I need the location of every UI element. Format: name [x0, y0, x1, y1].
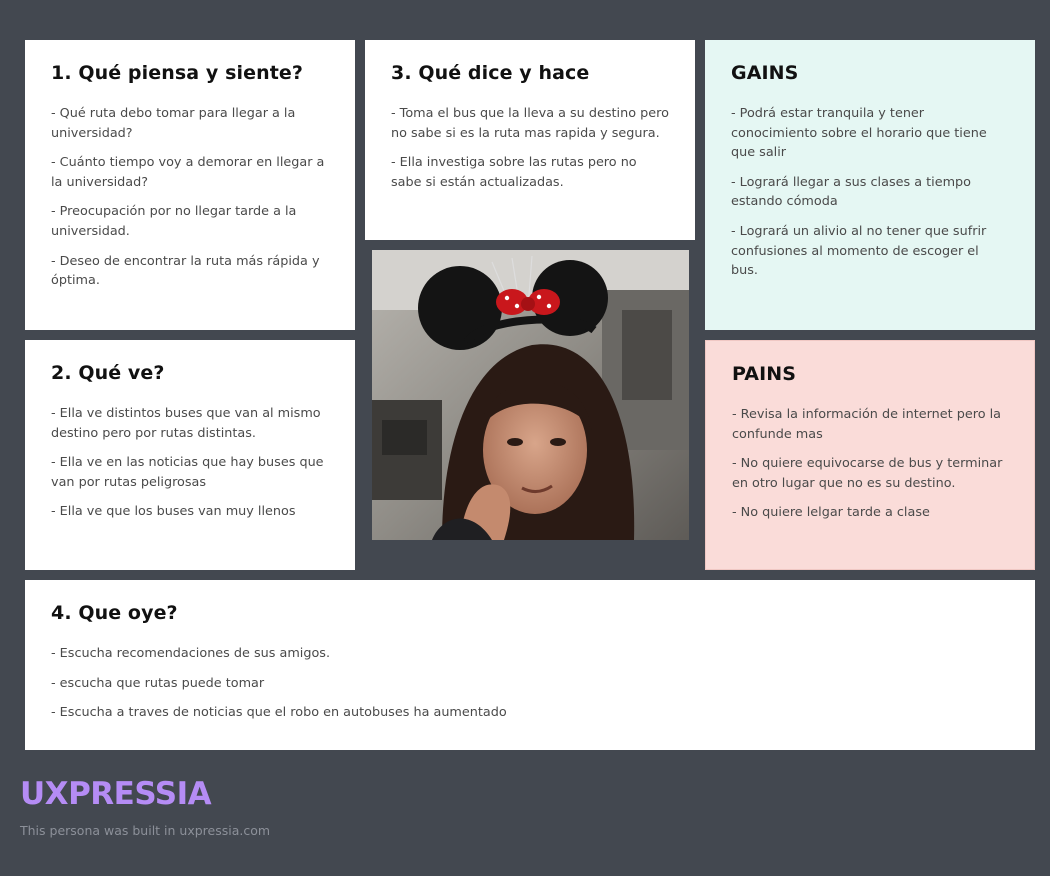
list-item: - Escucha a traves de noticias que el ro… — [51, 705, 507, 721]
card-sees: 2. Qué ve? - Ella ve distintos buses que… — [25, 340, 355, 570]
card-title: 2. Qué ve? — [51, 362, 165, 384]
footer-note: This persona was built in uxpressia.com — [20, 823, 271, 838]
card-title: 1. Qué piensa y siente? — [51, 62, 304, 84]
list-item: - No quiere equivocarse de bus y termina… — [732, 456, 1003, 491]
card-title: 4. Que oye? — [51, 602, 178, 624]
card-list: - Qué ruta debo tomar para llegar a la u… — [51, 104, 329, 291]
list-item: - Podrá estar tranquila y tener conocimi… — [731, 106, 987, 161]
card-list: - Toma el bus que la lleva a su destino … — [391, 104, 669, 192]
list-item: - Logrará llegar a sus clases a tiempo e… — [731, 174, 971, 210]
list-item: - Qué ruta debo tomar para llegar a la u… — [51, 106, 296, 141]
card-says-does: 3. Qué dice y hace - Toma el bus que la … — [365, 40, 695, 240]
card-list: - Revisa la información de internet pero… — [732, 405, 1008, 523]
list-item: - Preocupación por no llegar tarde a la … — [51, 204, 297, 239]
list-item: - Cuánto tiempo voy a demorar en llegar … — [51, 155, 325, 190]
list-item: - Ella ve en las noticias que hay buses … — [51, 455, 324, 490]
card-title: 3. Qué dice y hace — [391, 62, 590, 84]
card-list: - Escucha recomendaciones de sus amigos.… — [51, 644, 1009, 723]
list-item: - Ella investiga sobre las rutas pero no… — [391, 155, 637, 190]
card-gains: GAINS - Podrá estar tranquila y tener co… — [705, 40, 1035, 330]
card-title: PAINS — [732, 363, 797, 385]
card-list: - Podrá estar tranquila y tener conocimi… — [731, 104, 1009, 281]
list-item: - Ella ve que los buses van muy llenos — [51, 504, 296, 520]
list-item: - Escucha recomendaciones de sus amigos. — [51, 646, 331, 661]
card-title: GAINS — [731, 62, 799, 84]
uxpressia-logo[interactable]: UXPRESSIA — [20, 776, 212, 812]
list-item: - Logrará un alivio al no tener que sufr… — [731, 223, 987, 279]
card-pains: PAINS - Revisa la información de interne… — [705, 340, 1035, 570]
list-item: - Toma el bus que la lleva a su destino … — [391, 106, 669, 141]
list-item: - No quiere lelgar tarde a clase — [732, 505, 930, 521]
card-thinks-feels: 1. Qué piensa y siente? - Qué ruta debo … — [25, 40, 355, 330]
list-item: - Ella ve distintos buses que van al mis… — [51, 406, 321, 441]
list-item: - Revisa la información de internet pero… — [732, 407, 1001, 442]
persona-photo-icon — [372, 250, 689, 540]
list-item: - Deseo de encontrar la ruta más rápida … — [51, 253, 320, 289]
list-item: - escucha que rutas puede tomar — [51, 675, 265, 691]
persona-photo — [372, 250, 689, 540]
card-hears: 4. Que oye? - Escucha recomendaciones de… — [25, 580, 1035, 750]
card-list: - Ella ve distintos buses que van al mis… — [51, 404, 329, 522]
